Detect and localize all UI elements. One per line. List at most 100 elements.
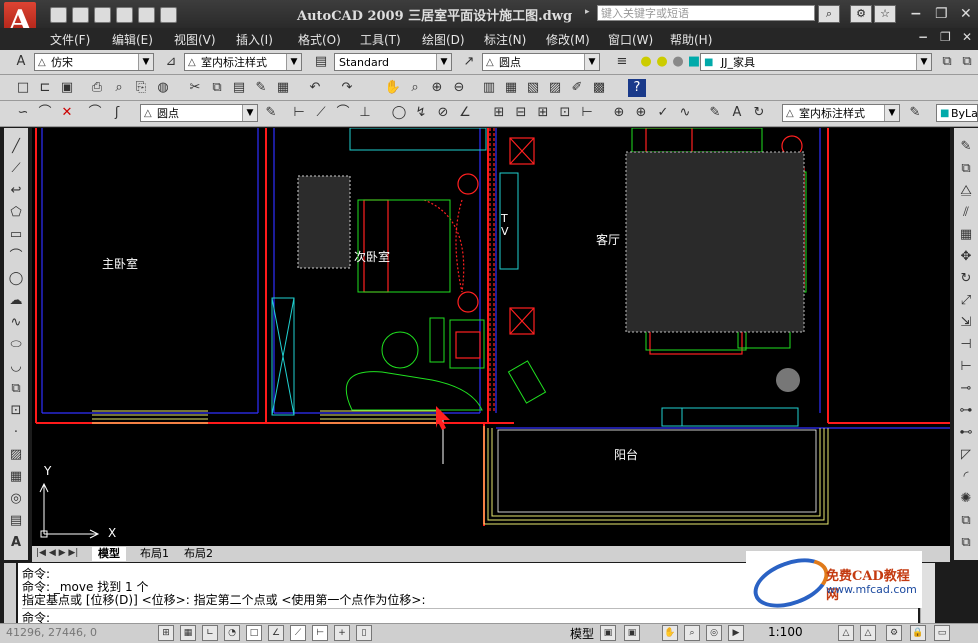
save-icon[interactable]: ▣ xyxy=(58,79,76,97)
redo-icon[interactable]: ↷ xyxy=(338,79,356,97)
layer-properties-icon[interactable]: ≡ xyxy=(613,53,631,71)
multileader-style-icon[interactable]: ↗ xyxy=(460,53,478,71)
dim-baseline-icon[interactable]: ⊟ xyxy=(512,104,530,122)
spline-icon[interactable]: ∿ xyxy=(7,314,25,332)
dim-linear-icon[interactable]: ⊢ xyxy=(290,104,308,122)
quick-view-drawings-icon[interactable]: ▣ xyxy=(624,625,640,641)
zoom-previous-icon[interactable]: ⊖ xyxy=(450,79,468,97)
menu-modify[interactable]: 修改(M) xyxy=(546,31,590,48)
ellipse-icon[interactable]: ⬭ xyxy=(7,336,25,354)
dim-arc-icon[interactable]: ⌒ xyxy=(334,104,352,122)
trim-icon[interactable]: ⊣ xyxy=(957,336,975,354)
erase-icon[interactable]: ✎ xyxy=(957,138,975,156)
tab-model[interactable]: 模型 xyxy=(92,547,126,561)
ortho-mode-icon[interactable]: ∟ xyxy=(202,625,218,641)
paste-icon[interactable]: ▤ xyxy=(230,79,248,97)
polyline-icon[interactable]: ↩ xyxy=(7,182,25,200)
quickcalc-icon[interactable]: ▩ xyxy=(590,79,608,97)
point-style-combo[interactable]: △ 圆点 ▼ xyxy=(482,53,600,71)
draw-order-icon[interactable]: ⧉ xyxy=(957,512,975,530)
save-icon[interactable] xyxy=(94,7,111,23)
quick-view-layouts-icon[interactable]: ▣ xyxy=(600,625,616,641)
dim-jogged-icon[interactable]: ↯ xyxy=(412,104,430,122)
jogged-linear-icon[interactable]: ∿ xyxy=(676,104,694,122)
dim-diameter-icon[interactable]: ⊘ xyxy=(434,104,452,122)
sheet-set-icon[interactable]: ▨ xyxy=(546,79,564,97)
minimize-window-button[interactable]: − xyxy=(910,6,922,22)
snap-mode-icon[interactable]: ⊞ xyxy=(158,625,174,641)
command-scrollbar[interactable] xyxy=(920,563,935,623)
layer-previous-icon[interactable]: ⧉ xyxy=(938,53,956,71)
quick-dim-icon[interactable]: ⊞ xyxy=(490,104,508,122)
chevron-down-icon[interactable]: ▼ xyxy=(916,54,931,70)
center-mark-icon[interactable]: ⊕ xyxy=(632,104,650,122)
doc-restore-button[interactable]: ❐ xyxy=(940,30,951,44)
point-style-combo-2[interactable]: △ 圆点 ▼ xyxy=(140,104,258,122)
dim-style-icon[interactable]: ⊿ xyxy=(162,53,180,71)
trim-icon[interactable]: ✕ xyxy=(58,104,76,122)
chevron-down-icon[interactable]: ▼ xyxy=(436,54,451,70)
revision-cloud-icon[interactable]: ☁ xyxy=(7,292,25,310)
otrack-icon[interactable]: ∠ xyxy=(268,625,284,641)
bylayer-combo[interactable]: ■ ByLa xyxy=(936,104,978,122)
rotate-icon[interactable]: ↻ xyxy=(957,270,975,288)
menu-view[interactable]: 视图(V) xyxy=(174,31,216,48)
construction-line-icon[interactable]: ⟋ xyxy=(7,160,25,178)
chevron-down-icon[interactable]: ▼ xyxy=(286,54,301,70)
menu-draw[interactable]: 绘图(D) xyxy=(422,31,465,48)
subscription-icon[interactable]: ⚙ xyxy=(850,5,872,23)
explode-icon[interactable]: ✺ xyxy=(957,490,975,508)
search-icon[interactable]: ⌕ xyxy=(818,5,840,23)
showmotion-icon[interactable]: ▶ xyxy=(728,625,744,641)
dim-style-manager-icon[interactable]: ✎ xyxy=(906,104,924,122)
table-style-icon[interactable]: ▤ xyxy=(312,53,330,71)
text-style-icon[interactable]: A xyxy=(12,53,30,71)
publish-icon[interactable]: ⎘ xyxy=(132,79,150,97)
dim-angular-icon[interactable]: ∠ xyxy=(456,104,474,122)
copy-icon[interactable]: ⧉ xyxy=(208,79,226,97)
chevron-down-icon[interactable]: ▼ xyxy=(884,105,899,121)
ellipse-arc-icon[interactable]: ◡ xyxy=(7,358,25,376)
zoom-window-icon[interactable]: ⊕ xyxy=(428,79,446,97)
chevron-down-icon[interactable]: ▼ xyxy=(584,54,599,70)
new-file-icon[interactable] xyxy=(50,7,67,23)
dim-text-edit-icon[interactable]: A xyxy=(728,104,746,122)
insert-block-icon[interactable]: ⧉ xyxy=(7,380,25,398)
block-editor-icon[interactable]: ▦ xyxy=(274,79,292,97)
font-combo[interactable]: △ 仿宋 ▼ xyxy=(34,53,154,71)
undo-icon[interactable] xyxy=(138,7,155,23)
layer-tools-icon[interactable]: ⧉ xyxy=(957,534,975,552)
restore-window-button[interactable]: ❐ xyxy=(935,6,948,22)
model-space-button[interactable]: 模型 xyxy=(570,625,594,642)
fillet-icon[interactable]: ◜ xyxy=(957,468,975,486)
copy-object-icon[interactable]: ⧉ xyxy=(957,160,975,178)
break-at-point-icon[interactable]: ⊸ xyxy=(957,380,975,398)
markup-icon[interactable]: ✐ xyxy=(568,79,586,97)
region-icon[interactable]: ◎ xyxy=(7,490,25,508)
spline-icon[interactable]: ∽ xyxy=(14,104,32,122)
hatch-icon[interactable]: ▨ xyxy=(7,446,25,464)
menu-format[interactable]: 格式(O) xyxy=(298,31,341,48)
menu-help[interactable]: 帮助(H) xyxy=(670,31,712,48)
drawing-canvas[interactable]: 主卧室 次卧室 客厅 阳台 T V Y X xyxy=(32,128,950,546)
extend-icon[interactable]: ⊢ xyxy=(957,358,975,376)
annotation-scale[interactable]: 1:100 xyxy=(768,625,803,639)
ml-style-icon[interactable]: ✎ xyxy=(262,104,280,122)
clean-screen-icon[interactable]: ▭ xyxy=(934,625,950,641)
dynamic-ucs-icon[interactable]: ⟋ xyxy=(290,625,306,641)
scale-icon[interactable]: ⤢ xyxy=(957,292,975,310)
dimension-style-combo[interactable]: △ 室内标注样式 ▼ xyxy=(184,53,302,71)
doc-close-button[interactable]: ✕ xyxy=(962,30,972,44)
open-icon[interactable]: ⊏ xyxy=(36,79,54,97)
dim-aligned-icon[interactable]: ⟋ xyxy=(312,104,330,122)
dynamic-input-icon[interactable]: ⊢ xyxy=(312,625,328,641)
steering-wheel-icon[interactable]: ◎ xyxy=(706,625,722,641)
offset-icon[interactable]: ⫽ xyxy=(957,204,975,222)
help-icon[interactable]: ? xyxy=(628,79,646,97)
zoom-status-icon[interactable]: ⌕ xyxy=(684,625,700,641)
rectangle-icon[interactable]: ▭ xyxy=(7,226,25,244)
dim-radius-icon[interactable]: ◯ xyxy=(390,104,408,122)
mirror-icon[interactable]: ⧋ xyxy=(957,182,975,200)
dim-continue-icon[interactable]: ⊞ xyxy=(534,104,552,122)
menu-insert[interactable]: 插入(I) xyxy=(236,31,273,48)
